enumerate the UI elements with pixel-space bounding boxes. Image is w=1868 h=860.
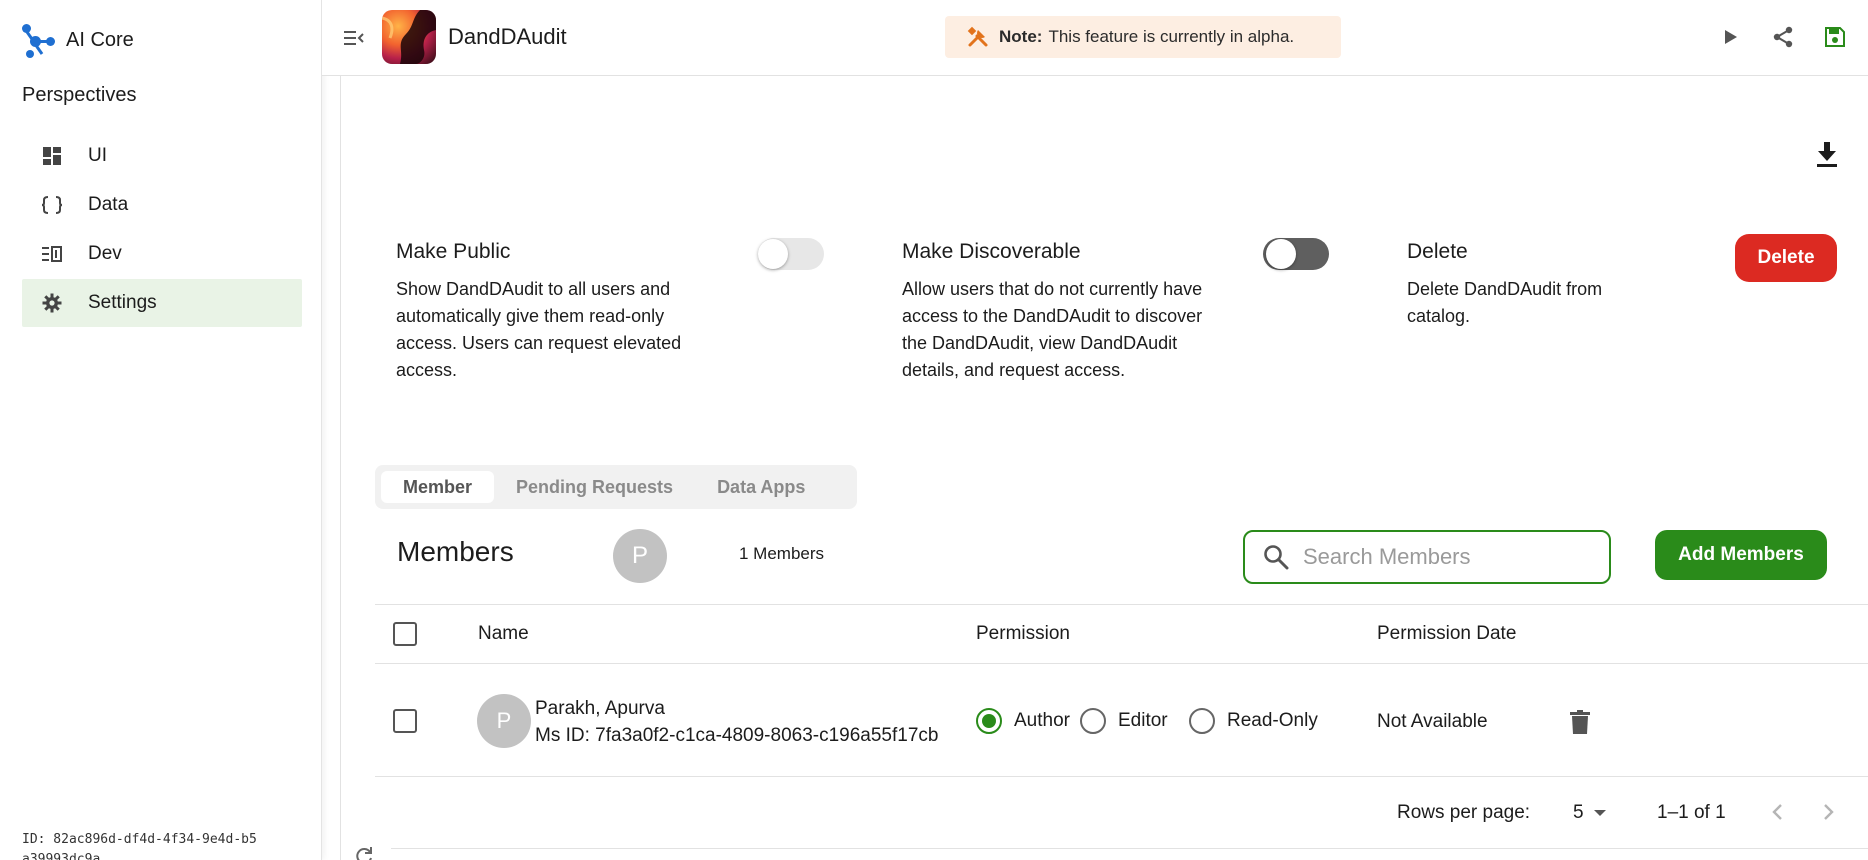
toggle-thumb bbox=[758, 239, 788, 269]
tools-icon bbox=[967, 26, 989, 48]
note-text: This feature is currently in alpha. bbox=[1048, 27, 1295, 46]
tab-bar: Member Pending Requests Data Apps bbox=[375, 465, 857, 509]
app-title: DandDAudit bbox=[448, 24, 567, 49]
tab-data-apps[interactable]: Data Apps bbox=[695, 471, 827, 503]
radio-label: Read-Only bbox=[1227, 710, 1318, 731]
caret-down-icon bbox=[1593, 810, 1606, 816]
sidebar-item-label: UI bbox=[88, 145, 107, 166]
delete-member-icon[interactable] bbox=[1567, 708, 1593, 736]
save-icon[interactable] bbox=[1822, 24, 1848, 50]
make-public-setting: Make Public Show DandDAudit to all users… bbox=[396, 240, 716, 384]
permission-radio-read-only[interactable]: Read-Only bbox=[1189, 708, 1318, 734]
radio-unchecked-icon bbox=[1080, 708, 1106, 734]
chevron-right-icon[interactable] bbox=[1817, 800, 1841, 824]
sidebar-item-label: Data bbox=[88, 194, 129, 215]
dashboard-icon bbox=[42, 146, 62, 166]
permission-radio-editor[interactable]: Editor bbox=[1080, 708, 1168, 734]
member-count: 1 Members bbox=[739, 544, 825, 563]
add-members-button[interactable]: Add Members bbox=[1655, 530, 1827, 580]
avatar: P bbox=[477, 694, 531, 748]
sidebar-item-data[interactable]: Data bbox=[22, 181, 302, 229]
table-row: P Parakh, Apurva Ms ID: 7fa3a0f2-c1ca-48… bbox=[375, 664, 1868, 777]
make-discoverable-toggle[interactable] bbox=[1261, 232, 1331, 276]
table-header: Name Permission Permission Date bbox=[375, 604, 1868, 664]
alpha-note-banner: Note: This feature is currently in alpha… bbox=[945, 16, 1341, 58]
member-ms-id: Ms ID: 7fa3a0f2-c1ca-4809-8063-c196a55f1… bbox=[535, 725, 939, 746]
search-members-field[interactable] bbox=[1243, 530, 1611, 584]
select-all-checkbox[interactable] bbox=[393, 622, 417, 646]
toggle-thumb bbox=[1266, 239, 1296, 269]
topbar: DandDAudit Note: This feature is current… bbox=[322, 0, 1868, 76]
delete-desc: Delete DandDAudit from catalog. bbox=[1407, 279, 1603, 326]
gear-icon bbox=[42, 293, 62, 313]
rows-per-page-value: 5 bbox=[1573, 802, 1584, 823]
top-actions bbox=[1718, 24, 1848, 50]
delete-button[interactable]: Delete bbox=[1735, 234, 1837, 282]
page-range: 1–1 of 1 bbox=[1657, 802, 1726, 823]
delete-title: Delete bbox=[1407, 240, 1468, 263]
radio-label: Editor bbox=[1118, 710, 1168, 731]
column-header-permission-date: Permission Date bbox=[1377, 623, 1517, 644]
sidebar-item-dev[interactable]: Dev bbox=[22, 230, 302, 278]
sidebar: AI Core Perspectives UI Data Dev Setting… bbox=[0, 0, 322, 860]
make-public-desc: Show DandDAudit to all users and automat… bbox=[396, 279, 682, 380]
refresh-icon[interactable] bbox=[354, 846, 374, 860]
members-header: Members P 1 Members Add Members bbox=[341, 526, 1868, 584]
sidebar-item-label: Settings bbox=[88, 292, 157, 313]
make-discoverable-title: Make Discoverable bbox=[902, 240, 1081, 263]
tab-member[interactable]: Member bbox=[381, 471, 495, 503]
app-root: AI Core Perspectives UI Data Dev Setting… bbox=[0, 0, 1868, 860]
app-avatar-icon bbox=[382, 10, 436, 64]
avatar: P bbox=[613, 529, 667, 583]
members-title: Members bbox=[397, 536, 514, 567]
brand-name: AI Core bbox=[66, 28, 134, 51]
note-label: Note: bbox=[999, 27, 1043, 46]
share-icon[interactable] bbox=[1770, 24, 1796, 50]
row-checkbox[interactable] bbox=[393, 709, 417, 733]
play-icon[interactable] bbox=[1718, 24, 1744, 50]
sidebar-item-label: Dev bbox=[88, 243, 122, 264]
braces-icon bbox=[42, 195, 62, 215]
radio-label: Author bbox=[1014, 710, 1070, 731]
tab-pending-requests[interactable]: Pending Requests bbox=[494, 471, 695, 503]
make-discoverable-desc: Allow users that do not currently have a… bbox=[902, 279, 1203, 380]
permission-date: Not Available bbox=[1377, 711, 1488, 732]
download-icon[interactable] bbox=[1812, 140, 1842, 170]
rows-per-page-label: Rows per page: bbox=[1397, 802, 1531, 823]
dev-icon bbox=[42, 244, 62, 264]
search-icon bbox=[1263, 544, 1289, 570]
perspectives-title: Perspectives bbox=[22, 84, 137, 106]
member-name: Parakh, Apurva bbox=[535, 698, 665, 719]
column-header-permission: Permission bbox=[976, 623, 1070, 644]
column-header-name: Name bbox=[478, 623, 529, 644]
make-discoverable-setting: Make Discoverable Allow users that do no… bbox=[902, 240, 1222, 384]
collapse-sidebar-icon[interactable] bbox=[342, 26, 366, 50]
brand[interactable]: AI Core bbox=[20, 22, 134, 58]
members-table: Name Permission Permission Date P Parakh… bbox=[375, 604, 1868, 777]
radio-checked-icon bbox=[976, 708, 1002, 734]
divider bbox=[391, 848, 1868, 849]
search-input[interactable] bbox=[1303, 544, 1593, 570]
ai-core-logo-icon bbox=[20, 22, 56, 58]
make-public-title: Make Public bbox=[396, 240, 511, 263]
main-content: Make Public Show DandDAudit to all users… bbox=[340, 76, 1868, 860]
perspectives-nav: UI Data Dev Settings bbox=[22, 132, 302, 328]
rows-per-page-select[interactable]: 5 bbox=[1573, 802, 1606, 824]
delete-setting: Delete Delete DandDAudit from catalog. bbox=[1407, 240, 1647, 330]
radio-unchecked-icon bbox=[1189, 708, 1215, 734]
project-id: ID: 82ac896d-df4d-4f34-9e4d-b5a39993dc9a bbox=[22, 832, 257, 860]
make-public-toggle[interactable] bbox=[756, 232, 826, 276]
permission-radio-author[interactable]: Author bbox=[976, 708, 1070, 734]
sidebar-item-settings[interactable]: Settings bbox=[22, 279, 302, 327]
sidebar-item-ui[interactable]: UI bbox=[22, 132, 302, 180]
chevron-left-icon[interactable] bbox=[1765, 800, 1789, 824]
